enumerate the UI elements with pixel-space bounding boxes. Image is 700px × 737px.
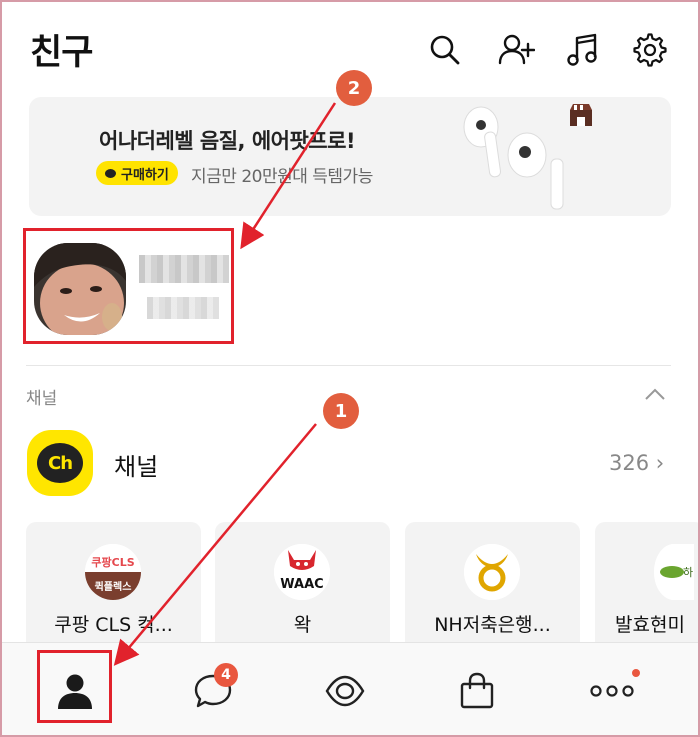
channel-count[interactable]: 326 › bbox=[609, 451, 664, 475]
nav-shopping[interactable] bbox=[427, 643, 527, 737]
eye-icon bbox=[325, 675, 365, 706]
profile-status-blurred bbox=[147, 297, 219, 319]
search-icon bbox=[430, 35, 460, 65]
nh-logo bbox=[464, 544, 520, 600]
profile-name-blurred bbox=[139, 255, 229, 283]
rice-logo-text: 하 bbox=[683, 565, 693, 579]
buy-badge-label: 구매하기 bbox=[121, 167, 169, 183]
person-icon bbox=[58, 674, 92, 709]
gift-shop-icon bbox=[570, 104, 592, 126]
nav-friends[interactable] bbox=[25, 643, 125, 737]
ad-banner[interactable]: 어나더레벨 음질, 에어팟프로! 구매하기 지금만 20만원대 득템가능 bbox=[29, 97, 671, 216]
banner-subtitle: 지금만 20만원대 득템가능 bbox=[191, 167, 373, 187]
my-profile[interactable] bbox=[23, 228, 234, 344]
channel-card-rice[interactable]: 하 발효현미 bbox=[595, 522, 700, 652]
channel-title[interactable]: 채널 bbox=[114, 447, 158, 482]
channel-card-waac[interactable]: WAAC 왁 bbox=[215, 522, 390, 652]
airpods-image bbox=[463, 106, 564, 210]
channel-card-coupang[interactable]: 쿠팡CLS 퀵플렉스 쿠팡 CLS 컥... bbox=[26, 522, 201, 652]
channel-card-name: NH저축은행... bbox=[434, 614, 551, 636]
shopping-bag-icon bbox=[460, 672, 494, 708]
step-2-marker: 2 bbox=[336, 70, 372, 106]
music-button[interactable] bbox=[563, 30, 603, 70]
nav-view[interactable] bbox=[295, 643, 395, 737]
channel-card-name: 발효현미 bbox=[615, 614, 685, 636]
buy-badge[interactable]: 구매하기 bbox=[96, 161, 178, 185]
step-1-marker: 1 bbox=[323, 393, 359, 429]
more-new-dot bbox=[632, 669, 640, 677]
section-divider bbox=[26, 365, 671, 366]
channel-card-nh[interactable]: NH저축은행... bbox=[405, 522, 580, 652]
waac-logo-text: WAAC bbox=[280, 577, 323, 592]
avatar[interactable] bbox=[34, 243, 126, 335]
coupang-logo-line2: 퀵플렉스 bbox=[95, 580, 132, 593]
rice-logo: 하 bbox=[654, 544, 694, 600]
channel-section-label: 채널 bbox=[26, 389, 58, 409]
talk-bubble-icon bbox=[105, 168, 116, 178]
channel-logo[interactable]: Ch bbox=[27, 430, 93, 496]
chat-unread-badge: 4 bbox=[214, 663, 238, 687]
channel-card-name: 쿠팡 CLS 컥... bbox=[54, 614, 173, 636]
page-title: 친구 bbox=[30, 33, 93, 73]
coupang-logo-line1: 쿠팡CLS bbox=[91, 555, 134, 569]
more-dots-icon bbox=[590, 684, 634, 697]
add-person-icon bbox=[498, 34, 535, 65]
chevron-up-icon[interactable] bbox=[643, 386, 667, 402]
channel-logo-text: Ch bbox=[37, 443, 83, 483]
nav-chats[interactable]: 4 bbox=[163, 643, 263, 737]
music-note-icon bbox=[567, 33, 597, 66]
add-friend-button[interactable] bbox=[496, 30, 536, 70]
waac-logo: WAAC bbox=[274, 544, 330, 600]
settings-button[interactable] bbox=[630, 30, 670, 70]
bottom-navigation: 4 bbox=[0, 642, 700, 737]
gear-icon bbox=[633, 33, 667, 67]
banner-title: 어나더레벨 음질, 에어팟프로! bbox=[99, 129, 356, 153]
search-button[interactable] bbox=[425, 30, 465, 70]
profile-photo bbox=[34, 243, 126, 335]
coupang-logo: 쿠팡CLS 퀵플렉스 bbox=[85, 544, 141, 600]
nav-more[interactable] bbox=[562, 643, 662, 737]
channel-card-name: 왁 bbox=[293, 614, 312, 636]
